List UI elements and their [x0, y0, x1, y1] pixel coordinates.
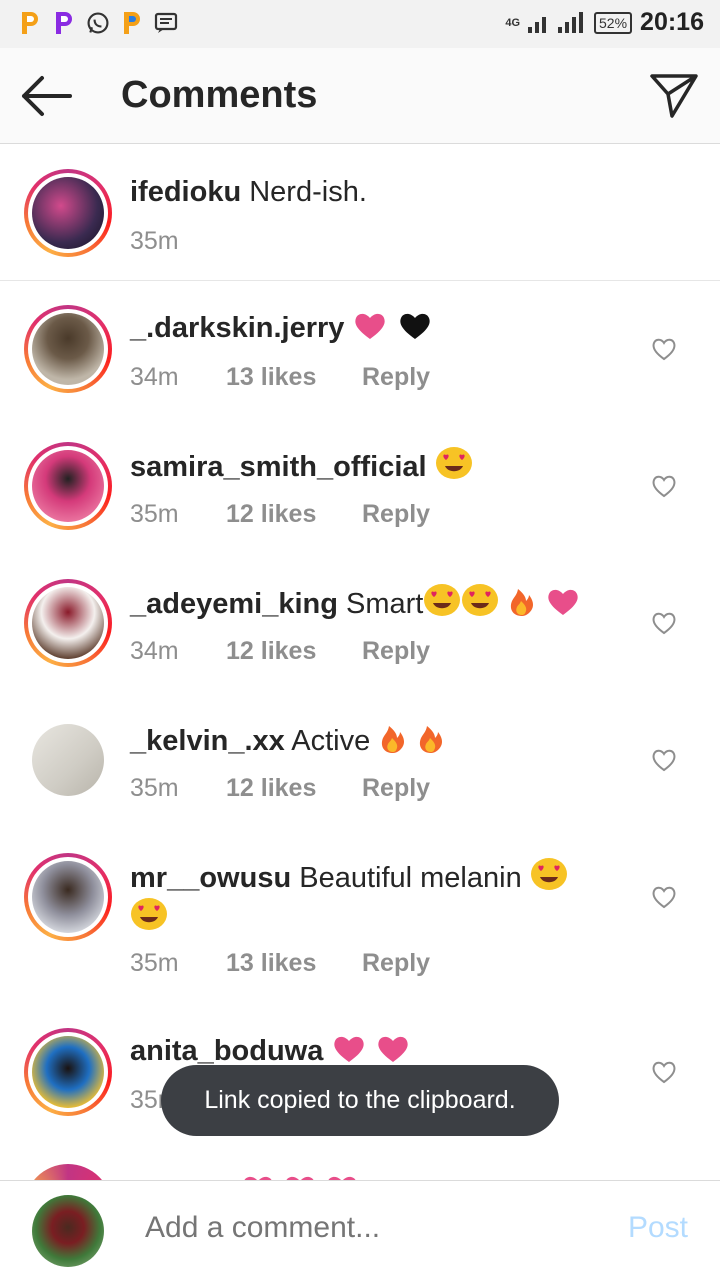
battery-indicator: 52%: [594, 11, 633, 34]
comment-meta: 34m 13 likes Reply: [130, 363, 430, 392]
network-type: 4G: [505, 16, 521, 29]
comment-meta: 35m 13 likes Reply: [130, 949, 430, 978]
status-clock: 20:16: [640, 8, 704, 36]
comment-username[interactable]: mr__owusu: [130, 862, 291, 894]
back-button[interactable]: [18, 70, 74, 122]
fire-emoji-icon: [420, 726, 443, 753]
post-caption: ifedioku Nerd-ish. 35m: [0, 145, 720, 281]
avatar[interactable]: [24, 1028, 112, 1116]
status-bar: 4G 52% 20:16: [0, 0, 720, 48]
reply-button[interactable]: Reply: [362, 363, 430, 392]
comment-username[interactable]: _.darkskin.jerry: [130, 312, 344, 344]
comment-row: samira_smith_official 35m 12 likes Reply: [0, 418, 720, 555]
comment-username[interactable]: anita_boduwa: [130, 1035, 323, 1067]
comment-composer: Post: [0, 1180, 720, 1280]
like-heart-icon[interactable]: [651, 748, 677, 772]
pink-heart-icon: [378, 1036, 409, 1062]
comment-meta: 35m 12 likes Reply: [130, 500, 430, 529]
comment-time: 35m: [130, 949, 179, 977]
like-heart-icon[interactable]: [651, 474, 677, 498]
avatar[interactable]: [24, 305, 112, 393]
comment-time: 34m: [130, 363, 179, 391]
share-button[interactable]: [648, 70, 700, 122]
comment-row: mr__owusu Beautiful melanin 35m 13 likes…: [0, 829, 720, 1004]
like-heart-icon[interactable]: [651, 611, 677, 635]
comment-body: Beautiful melanin: [299, 862, 522, 894]
heart-eyes-emoji-icon: [435, 447, 472, 479]
paper-plane-icon: [650, 74, 698, 118]
caption-body: Nerd-ish.: [249, 176, 367, 208]
comment-text: _adeyemi_king Smart: [130, 583, 610, 623]
avatar[interactable]: [24, 169, 112, 257]
my-avatar: [32, 1195, 104, 1267]
comment-text: mr__owusu Beautiful melanin: [130, 857, 610, 937]
comment-username[interactable]: samira_smith_official: [130, 451, 427, 483]
heart-eyes-emoji-icon: [131, 898, 167, 930]
comment-meta: 35m 12 likes Reply: [130, 774, 430, 803]
reply-button[interactable]: Reply: [362, 500, 430, 529]
reply-button[interactable]: Reply: [362, 637, 430, 666]
comment-body: Active: [291, 725, 371, 757]
heart-eyes-emoji-icon: [462, 584, 499, 616]
comments-list: ifedioku Nerd-ish. 35m _.darkskin.jerry …: [0, 145, 720, 1140]
caption-meta: 35m: [130, 227, 226, 256]
fire-emoji-icon: [511, 589, 534, 616]
heart-eyes-emoji-icon: [530, 858, 567, 890]
comment-row: _.darkskin.jerry 34m 13 likes Reply: [0, 281, 720, 418]
post-button[interactable]: Post: [628, 1211, 688, 1245]
top-app-bar: Comments: [0, 48, 720, 144]
reply-button[interactable]: Reply: [362, 774, 430, 803]
comment-row: _adeyemi_king Smart 34m 12 likes Reply: [0, 555, 720, 692]
caption-time: 35m: [130, 227, 179, 255]
comment-likes[interactable]: 13 likes: [226, 363, 362, 392]
caption-username[interactable]: ifedioku: [130, 176, 241, 208]
like-heart-icon[interactable]: [651, 885, 677, 909]
comment-likes[interactable]: 12 likes: [226, 637, 362, 666]
heart-eyes-emoji-icon: [424, 584, 461, 616]
comment-username[interactable]: _adeyemi_king: [130, 588, 338, 620]
toast-message: Link copied to the clipboard.: [161, 1065, 559, 1136]
comment-time: 34m: [130, 637, 179, 665]
pink-heart-icon: [548, 589, 579, 615]
like-heart-icon[interactable]: [651, 1060, 677, 1084]
comment-username[interactable]: _kelvin_.xx: [130, 725, 285, 757]
pink-heart-icon: [334, 1036, 365, 1062]
back-arrow-icon: [22, 76, 72, 116]
notification-icons: [18, 10, 178, 36]
like-heart-icon[interactable]: [651, 337, 677, 361]
comment-text: _.darkskin.jerry: [130, 309, 610, 347]
comment-likes[interactable]: 13 likes: [226, 949, 362, 978]
message-icon: [154, 10, 178, 36]
comment-body: Smart: [346, 588, 424, 620]
comment-row: _kelvin_.xx Active 35m 12 likes Reply: [0, 692, 720, 829]
fire-emoji-icon: [382, 726, 405, 753]
comment-likes[interactable]: 12 likes: [226, 774, 362, 803]
whatsapp-icon: [86, 10, 110, 36]
reply-button[interactable]: Reply: [362, 949, 430, 978]
signal-icon: [528, 11, 584, 33]
comment-time: 35m: [130, 500, 179, 528]
comment-meta: 34m 12 likes Reply: [130, 637, 430, 666]
app-p-icon: [18, 10, 42, 36]
avatar[interactable]: [24, 579, 112, 667]
pink-heart-icon: [355, 313, 386, 339]
black-heart-icon: [399, 313, 430, 339]
app-p-icon: [120, 10, 144, 36]
comment-text: _kelvin_.xx Active: [130, 720, 610, 760]
comment-input[interactable]: [145, 1211, 565, 1245]
comment-time: 35m: [130, 774, 179, 802]
avatar[interactable]: [24, 442, 112, 530]
comment-likes[interactable]: 12 likes: [226, 500, 362, 529]
avatar[interactable]: [24, 853, 112, 941]
caption-text: ifedioku Nerd-ish.: [130, 173, 610, 211]
comment-text: samira_smith_official: [130, 446, 610, 486]
avatar[interactable]: [32, 724, 104, 796]
page-title: Comments: [121, 74, 318, 116]
app-p-icon: [52, 10, 76, 36]
partial-comment-row: [0, 1160, 720, 1180]
